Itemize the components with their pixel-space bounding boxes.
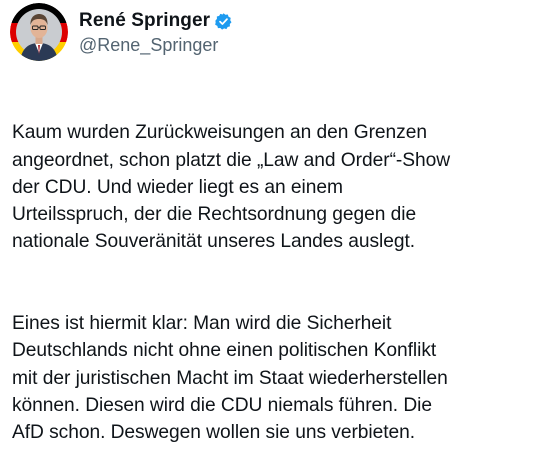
author-display-name[interactable]: René Springer xyxy=(79,10,210,32)
post-paragraph-1: Kaum wurden Zurückweisungen an den Grenz… xyxy=(12,122,451,253)
post-header: René Springer @Rene_Springer xyxy=(10,2,233,62)
author-name-row: René Springer xyxy=(79,8,233,34)
avatar-image xyxy=(10,3,68,61)
post-text: Kaum wurden Zurückweisungen an den Grenz… xyxy=(12,92,534,474)
avatar[interactable] xyxy=(10,3,68,61)
post-card: René Springer @Rene_Springer Kaum wurden… xyxy=(0,0,537,443)
verified-badge-icon xyxy=(214,12,233,31)
author-handle[interactable]: @Rene_Springer xyxy=(79,35,233,56)
post-paragraph-2: Eines ist hiermit klar: Man wird die Sic… xyxy=(12,313,448,444)
author-identity: René Springer @Rene_Springer xyxy=(79,8,233,56)
